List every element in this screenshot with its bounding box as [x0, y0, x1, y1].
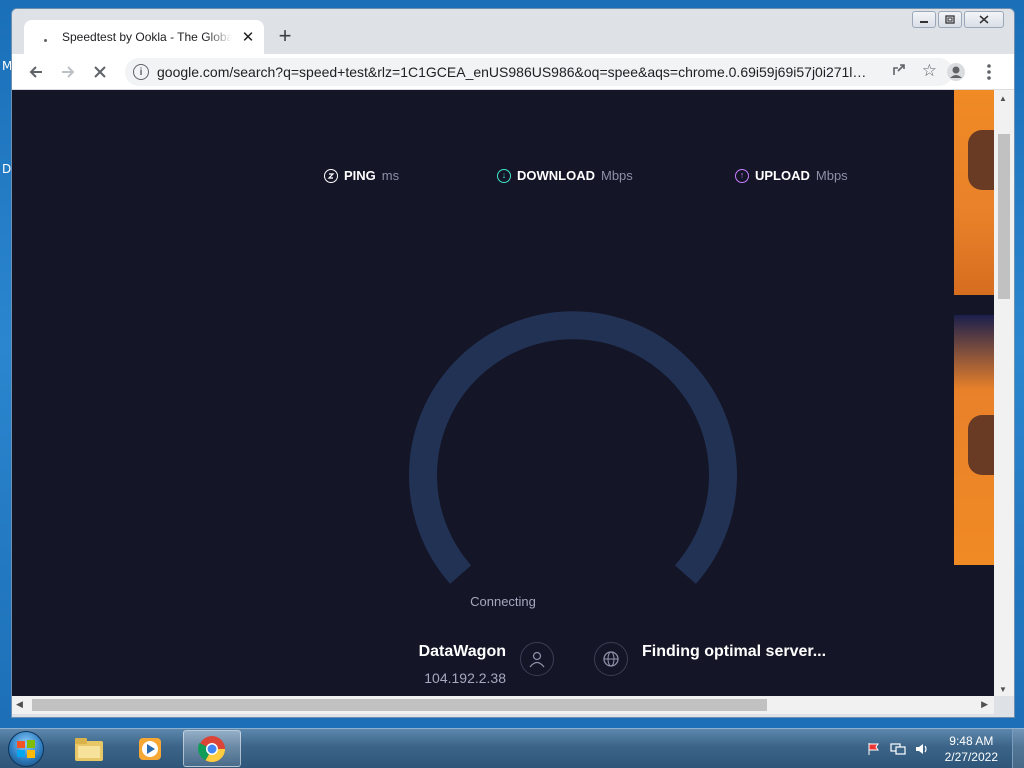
- back-arrow-icon[interactable]: [24, 60, 48, 84]
- horizontal-scrollbar[interactable]: ◀ ▶: [12, 696, 994, 714]
- address-bar-url[interactable]: google.com/search?q=speed+test&rlz=1C1GC…: [157, 64, 869, 80]
- taskbar-chrome[interactable]: [183, 730, 241, 767]
- metric-unit: Mbps: [601, 168, 633, 183]
- tab-strip: Speedtest by Ookla - The Global ✕ +: [12, 9, 1014, 54]
- browser-window: Speedtest by Ookla - The Global ✕ + i go…: [11, 8, 1015, 718]
- system-clock[interactable]: 9:48 AM 2/27/2022: [945, 733, 998, 765]
- ad-person-image: [968, 130, 994, 190]
- connection-status: Connecting: [470, 594, 536, 609]
- loading-favicon-icon: [38, 29, 54, 45]
- profile-avatar-icon[interactable]: [944, 60, 968, 84]
- server-status: Finding optimal server...: [642, 643, 827, 660]
- tab-speedtest[interactable]: Speedtest by Ookla - The Global ✕: [24, 20, 264, 54]
- download-arrow-icon: ↓: [497, 168, 511, 183]
- share-icon[interactable]: [891, 62, 907, 82]
- vertical-scroll-thumb[interactable]: [998, 134, 1010, 299]
- taskbar-media-player[interactable]: [121, 730, 179, 767]
- metric-download: ↓ DOWNLOAD Mbps: [497, 168, 633, 183]
- ad-image[interactable]: [954, 90, 994, 295]
- close-icon[interactable]: [964, 11, 1004, 28]
- desktop-icon-label-fragment: D: [2, 162, 12, 176]
- clock-time: 9:48 AM: [949, 734, 994, 748]
- scroll-left-arrow-icon[interactable]: ◀: [16, 699, 23, 710]
- chrome-icon: [198, 735, 226, 762]
- new-tab-button[interactable]: +: [274, 25, 296, 47]
- start-button[interactable]: [8, 731, 44, 767]
- system-tray: 9:48 AM 2/27/2022: [865, 729, 1024, 768]
- metric-unit: Mbps: [815, 168, 848, 183]
- file-explorer-icon: [75, 737, 103, 761]
- metric-upload: ↑ UPLOAD Mbps: [735, 168, 848, 183]
- windows-logo-icon: [17, 740, 35, 758]
- vertical-scrollbar[interactable]: ▲ ▼: [994, 90, 1014, 696]
- clock-date: 2/27/2022: [944, 750, 998, 764]
- tab-title: Speedtest by Ookla - The Global: [62, 30, 232, 44]
- metric-label: UPLOAD: [755, 168, 810, 183]
- close-icon[interactable]: ✕: [240, 28, 256, 46]
- upload-arrow-icon: ↑: [735, 168, 749, 183]
- user-icon: [520, 642, 554, 676]
- menu-kebab-icon[interactable]: [977, 60, 1001, 84]
- metric-label: PING: [344, 168, 376, 183]
- taskbar-file-explorer[interactable]: [60, 730, 118, 767]
- scroll-down-arrow-icon[interactable]: ▼: [999, 685, 1007, 694]
- ping-icon: [324, 168, 338, 183]
- network-icon[interactable]: [889, 740, 907, 758]
- stop-loading-icon[interactable]: [88, 60, 112, 84]
- ad-person-image: [968, 415, 994, 475]
- minimize-icon[interactable]: [912, 11, 936, 28]
- browser-toolbar: i google.com/search?q=speed+test&rlz=1C1…: [12, 54, 1014, 90]
- isp-ip-address: 104.192.2.38: [424, 670, 506, 686]
- speed-gauge: [409, 311, 737, 584]
- globe-icon[interactable]: [594, 642, 628, 676]
- bookmark-star-icon[interactable]: ☆: [922, 61, 937, 81]
- speedtest-page: PING ms ↓ DOWNLOAD Mbps ↑ UPLOAD Mbps Co…: [12, 90, 994, 696]
- scroll-right-arrow-icon[interactable]: ▶: [981, 699, 988, 710]
- ad-sidebar[interactable]: [954, 90, 994, 696]
- forward-arrow-icon[interactable]: [56, 60, 80, 84]
- isp-name: DataWagon: [418, 643, 506, 660]
- window-controls: [912, 11, 1004, 28]
- metric-unit: ms: [381, 168, 400, 183]
- scroll-up-arrow-icon[interactable]: ▲: [999, 94, 1007, 103]
- media-player-icon: [139, 737, 161, 760]
- show-desktop-button[interactable]: [1012, 729, 1024, 768]
- address-bar[interactable]: i google.com/search?q=speed+test&rlz=1C1…: [125, 58, 953, 86]
- ad-image[interactable]: [954, 315, 994, 565]
- site-info-icon[interactable]: i: [133, 64, 149, 80]
- horizontal-scroll-thumb[interactable]: [32, 699, 767, 711]
- metric-ping: PING ms: [324, 168, 399, 183]
- maximize-icon[interactable]: [938, 11, 962, 28]
- action-center-flag-icon[interactable]: [865, 740, 883, 758]
- volume-speaker-icon[interactable]: [913, 740, 931, 758]
- taskbar: 9:48 AM 2/27/2022: [0, 728, 1024, 768]
- metric-label: DOWNLOAD: [517, 168, 595, 183]
